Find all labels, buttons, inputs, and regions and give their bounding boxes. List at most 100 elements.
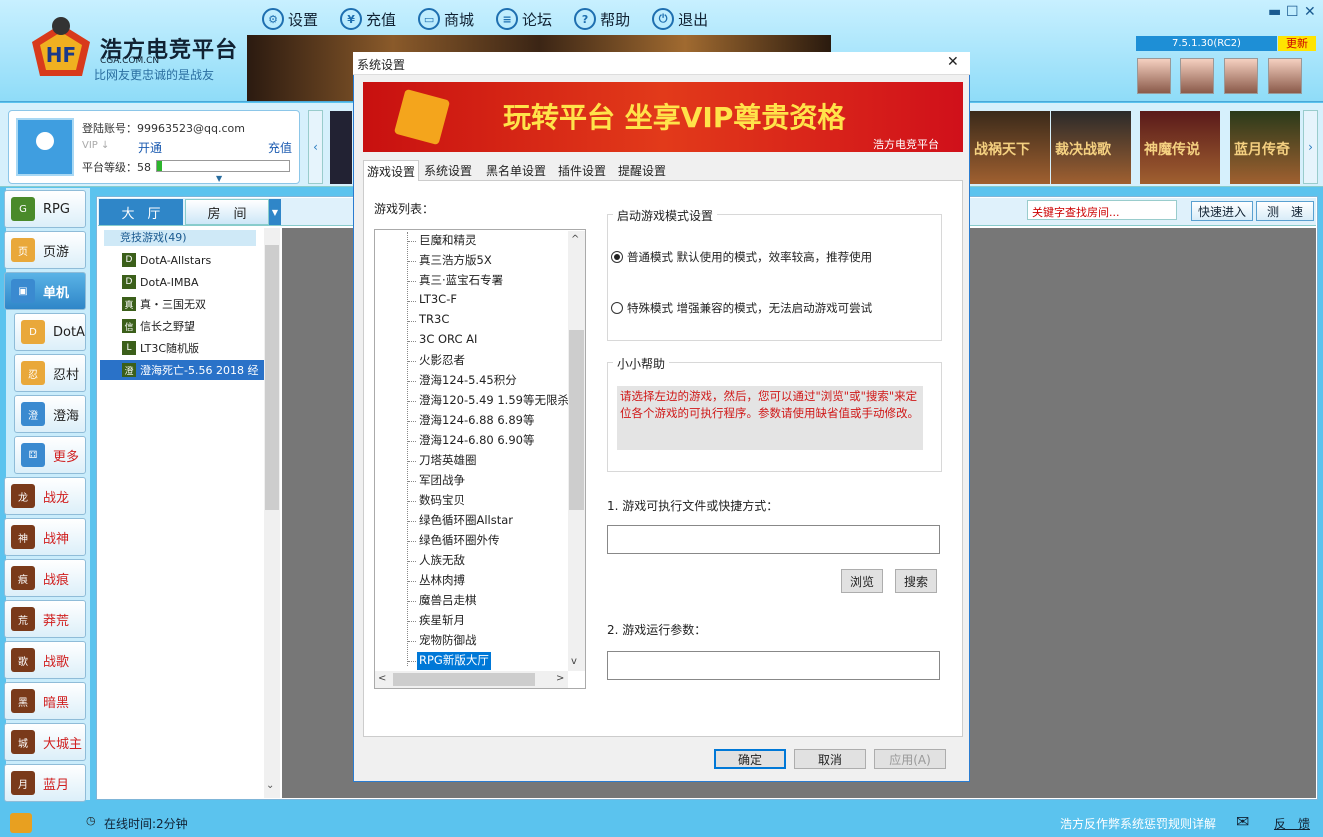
dialog-close-icon[interactable]: ✕	[947, 54, 959, 70]
sidebar-item-2[interactable]: ▣ 单机	[4, 272, 86, 310]
ok-button[interactable]: 确定	[714, 749, 786, 769]
sidebar-item-6[interactable]: ⚃ 更多	[14, 436, 86, 474]
anticheat-link[interactable]: 浩方反作弊系统惩罚规则详解	[1060, 815, 1216, 832]
dialog-vip-banner[interactable]: 玩转平台 坐享VIP尊贵资格 浩方电竞平台	[363, 82, 963, 152]
tree-game-item[interactable]: D DotA-IMBA	[122, 272, 199, 292]
close-icon[interactable]: ✕	[1304, 4, 1316, 20]
game-banner[interactable]: 蓝月传奇	[1230, 111, 1300, 184]
tree-game-item[interactable]: 澄澄海死亡-5.56 2018 经	[100, 360, 264, 380]
list-scroll-left-icon[interactable]: <	[378, 673, 386, 684]
friend-avatar[interactable]	[1224, 58, 1258, 94]
sidebar-item-12[interactable]: 黑暗黑	[4, 682, 86, 720]
game-list-item[interactable]: 澄海124-6.88 6.89等	[419, 412, 534, 430]
game-banner[interactable]: 神魔传说	[1140, 111, 1220, 184]
tree-scroll-thumb[interactable]	[265, 245, 279, 510]
mode-normal-radio[interactable]: 普通模式 默认使用的模式，效率较高，推荐使用	[611, 249, 872, 265]
game-banner[interactable]: 裁决战歌	[1051, 111, 1131, 184]
game-list-item[interactable]: 军团战争	[419, 472, 465, 490]
maximize-icon[interactable]: ☐	[1286, 4, 1299, 20]
menu-item-0[interactable]: ⚙ 设置	[262, 6, 318, 32]
game-list-item[interactable]: 刀塔英雄圈	[419, 452, 477, 470]
list-scroll-right-icon[interactable]: >	[556, 673, 564, 684]
game-banner[interactable]	[330, 111, 352, 184]
tab-room[interactable]: 房 间	[185, 199, 269, 225]
mail-icon[interactable]: ✉	[1236, 812, 1249, 831]
exe-path-input[interactable]	[607, 525, 940, 554]
game-list-item[interactable]: 人族无敌	[419, 552, 465, 570]
tree-category[interactable]: 竞技游戏(49)	[104, 230, 256, 246]
speed-test-button[interactable]: 测 速	[1256, 201, 1314, 221]
list-scroll-down-icon[interactable]: v	[571, 656, 577, 667]
game-list-item[interactable]: 火影忍者	[419, 352, 465, 370]
banner-prev-icon[interactable]: ‹	[308, 110, 323, 184]
browse-button[interactable]: 浏览	[841, 569, 883, 593]
menu-item-3[interactable]: ≡ 论坛	[496, 6, 552, 32]
tree-game-item[interactable]: 信信长之野望	[122, 316, 195, 336]
collapse-icon[interactable]: ▼	[216, 174, 222, 183]
game-banner[interactable]: 战祸天下	[970, 111, 1050, 184]
sidebar-item-5[interactable]: 澄澄海	[14, 395, 86, 433]
menu-item-2[interactable]: ▭ 商城	[418, 6, 474, 32]
game-list-item[interactable]: 丛林肉搏	[419, 572, 465, 590]
friend-avatar[interactable]	[1180, 58, 1214, 94]
quick-join-button[interactable]: 快速进入	[1191, 201, 1253, 221]
list-scroll-up-icon[interactable]: ^	[571, 234, 579, 245]
sidebar-item-4[interactable]: 忍忍村	[14, 354, 86, 392]
game-list-item[interactable]: 绿色循环圈Allstar	[419, 512, 513, 530]
game-list-item[interactable]: 3C ORC AI	[419, 332, 477, 350]
game-list-item[interactable]: RPG新版大厅	[417, 652, 491, 670]
dialog-tab-2[interactable]: 黑名单设置	[483, 160, 549, 181]
tree-game-item[interactable]: L LT3C随机版	[122, 338, 199, 358]
game-list-item[interactable]: TR3C	[419, 312, 449, 330]
game-list-item[interactable]: 真三·蓝宝石专署	[419, 272, 503, 290]
game-list-item[interactable]: 澄海124-6.80 6.90等	[419, 432, 534, 450]
dialog-tab-0[interactable]: 游戏设置	[363, 160, 420, 182]
game-list-item[interactable]: LT3C-F	[419, 292, 457, 310]
list-hscroll-thumb[interactable]	[393, 673, 535, 686]
game-list-item[interactable]: 疾星斩月	[419, 612, 465, 630]
sidebar-item-11[interactable]: 歌战歌	[4, 641, 86, 679]
game-list-item[interactable]: 巨魔和精灵	[419, 232, 477, 250]
sidebar-item-14[interactable]: 月蓝月	[4, 764, 86, 802]
sidebar-item-10[interactable]: 荒莽荒	[4, 600, 86, 638]
dialog-tab-1[interactable]: 系统设置	[421, 160, 475, 181]
update-button[interactable]: 更新	[1278, 36, 1316, 51]
banner-next-icon[interactable]: ›	[1303, 110, 1318, 184]
user-avatar[interactable]	[16, 118, 74, 176]
room-search-input[interactable]: 关键字查找房间...	[1027, 200, 1177, 220]
tab-dropdown-icon[interactable]: ▼	[269, 199, 281, 225]
game-list-item[interactable]: 数码宝贝	[419, 492, 465, 510]
cancel-button[interactable]: 取消	[794, 749, 866, 769]
friend-avatar[interactable]	[1268, 58, 1302, 94]
mode-special-radio[interactable]: 特殊模式 增强兼容的模式，无法启动游戏可尝试	[611, 300, 872, 316]
dialog-tab-4[interactable]: 提醒设置	[615, 160, 669, 181]
apply-button[interactable]: 应用(A)	[874, 749, 946, 769]
recharge-link[interactable]: 充值	[268, 139, 292, 156]
menu-item-1[interactable]: ¥ 充值	[340, 6, 396, 32]
game-list-item[interactable]: 澄海120-5.49 1.59等无限杀	[419, 392, 569, 410]
game-list-item[interactable]: 澄海124-5.45积分	[419, 372, 517, 390]
tree-game-item[interactable]: 真真・三国无双	[122, 294, 206, 314]
sidebar-item-9[interactable]: 痕战痕	[4, 559, 86, 597]
dialog-tab-3[interactable]: 插件设置	[555, 160, 609, 181]
sidebar-item-0[interactable]: G RPG	[4, 190, 86, 228]
list-vscroll-thumb[interactable]	[569, 330, 584, 510]
friend-avatar[interactable]	[1137, 58, 1171, 94]
feedback-link[interactable]: 反 馈	[1274, 815, 1310, 832]
game-list-item[interactable]: 真三浩方版5X	[419, 252, 492, 270]
game-list-item[interactable]: 宠物防御战	[419, 632, 477, 650]
vip-open-link[interactable]: 开通	[138, 139, 162, 156]
scroll-down-icon[interactable]: ⌄	[266, 780, 274, 791]
tree-game-item[interactable]: D DotA-Allstars	[122, 250, 211, 270]
minimize-icon[interactable]: ▬	[1268, 4, 1281, 20]
sidebar-item-8[interactable]: 神战神	[4, 518, 86, 556]
sidebar-item-7[interactable]: 龙战龙	[4, 477, 86, 515]
search-button[interactable]: 搜索	[895, 569, 937, 593]
menu-item-4[interactable]: ? 帮助	[574, 6, 630, 32]
game-list-item[interactable]: 绿色循环圈外传	[419, 532, 500, 550]
sidebar-item-1[interactable]: 页页游	[4, 231, 86, 269]
game-list-item[interactable]: 魔兽吕走棋	[419, 592, 477, 610]
menu-item-5[interactable]: ⏻ 退出	[652, 6, 708, 32]
sidebar-item-13[interactable]: 城大城主	[4, 723, 86, 761]
params-input[interactable]	[607, 651, 940, 680]
